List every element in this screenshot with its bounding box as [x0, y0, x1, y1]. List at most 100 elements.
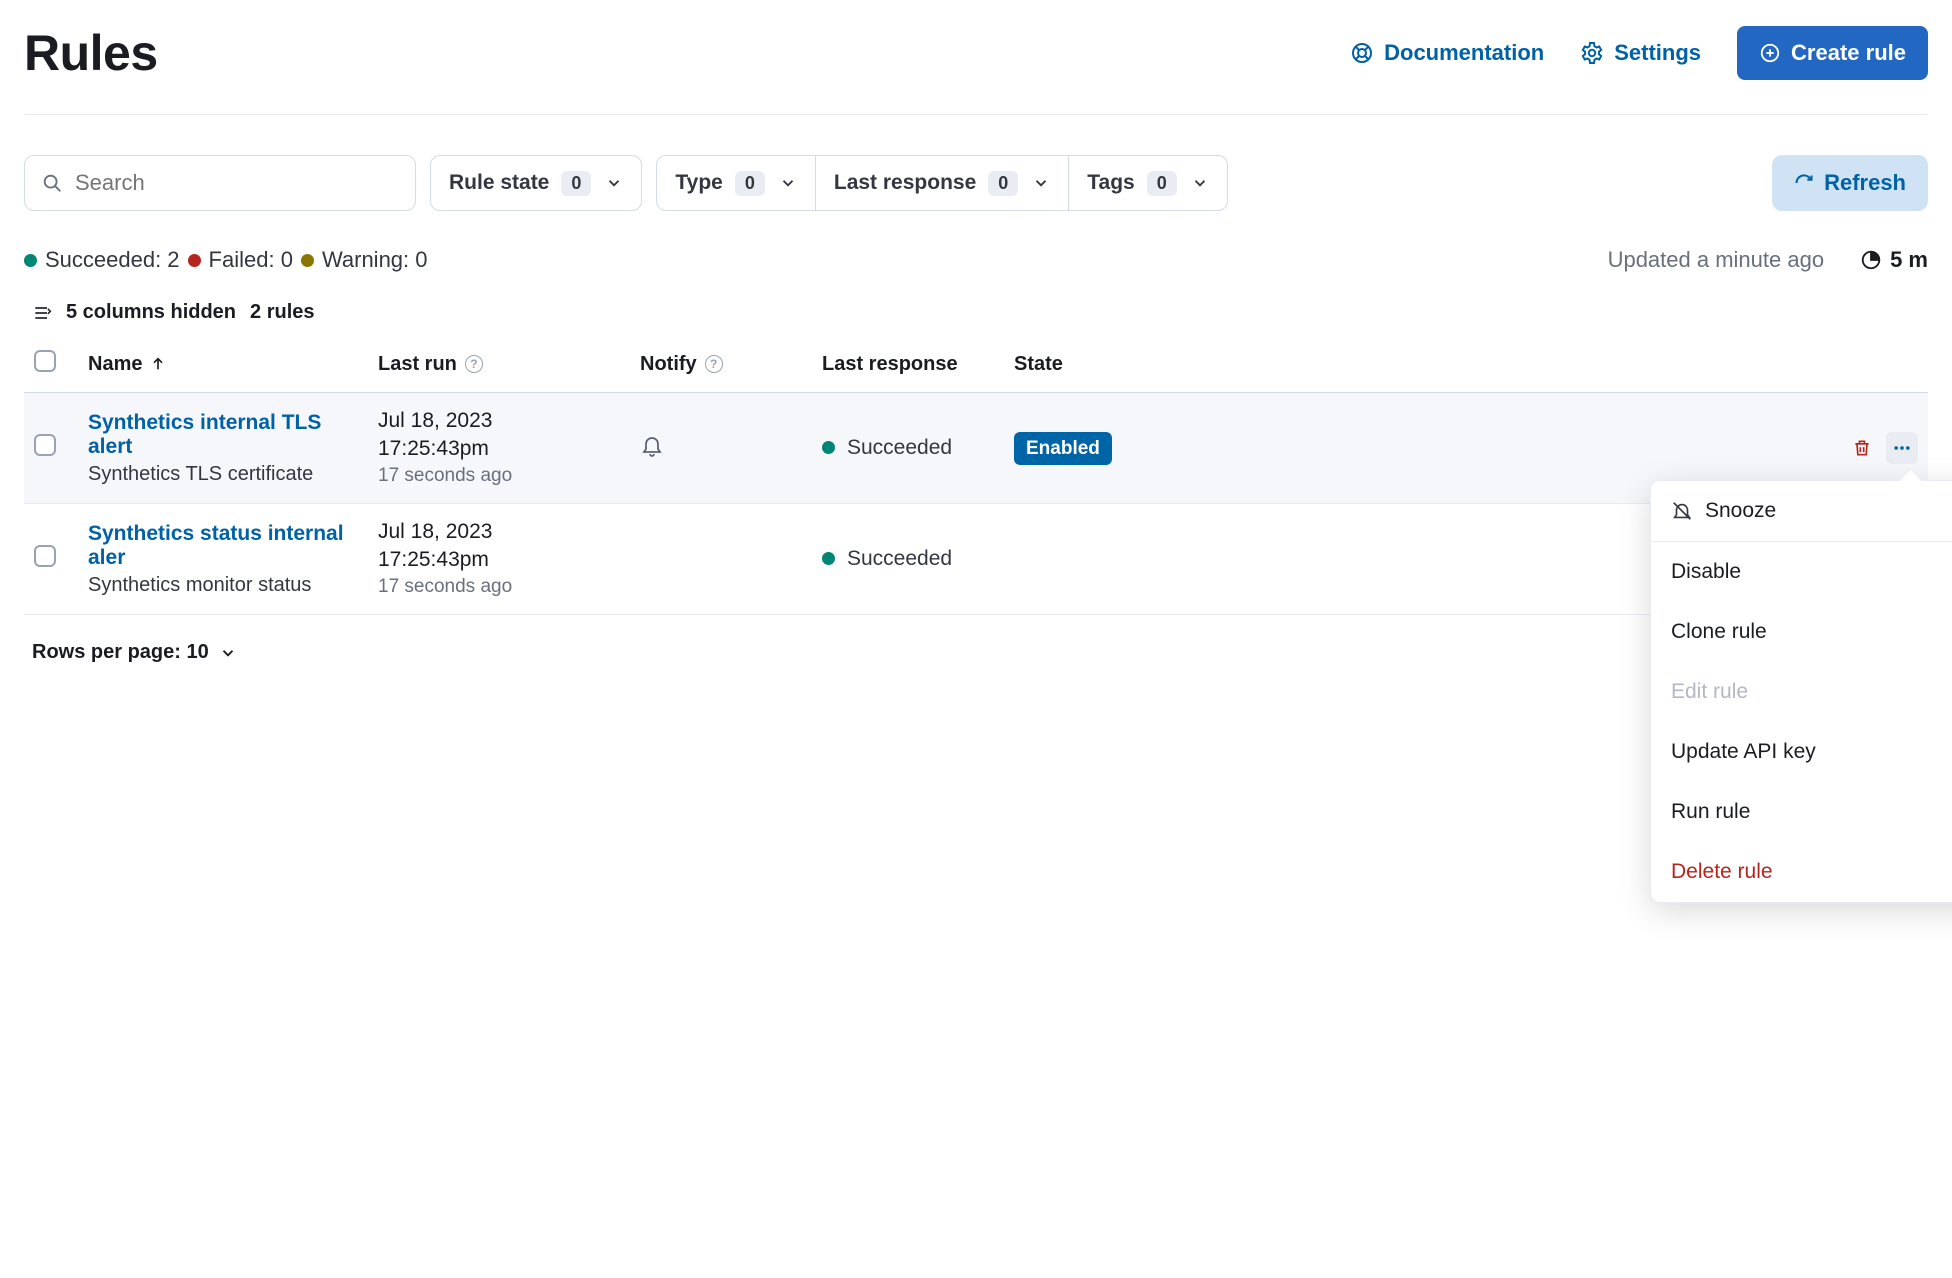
updated-label: Updated a minute ago	[1608, 247, 1825, 273]
sort-asc-icon	[150, 356, 166, 372]
settings-label: Settings	[1614, 40, 1701, 66]
chevron-down-icon	[1032, 174, 1050, 192]
page-title: Rules	[24, 24, 158, 82]
status-dot-failed-icon	[188, 254, 201, 267]
filter-type-count: 0	[735, 171, 765, 196]
refresh-button[interactable]: Refresh	[1772, 155, 1928, 211]
rule-subtitle: Synthetics TLS certificate	[88, 463, 358, 486]
filter-tags-count: 0	[1147, 171, 1177, 196]
bell-off-icon	[1671, 500, 1693, 522]
column-name-label: Name	[88, 353, 142, 376]
filter-tags[interactable]: Tags 0	[1068, 155, 1227, 211]
table-meta: 5 columns hidden 2 rules	[24, 301, 1928, 324]
column-state-header[interactable]: State	[1014, 353, 1063, 375]
rule-name-link[interactable]: Synthetics status internal aler	[88, 522, 358, 570]
state-badge: Enabled	[1014, 432, 1112, 465]
chevron-down-icon	[1191, 174, 1209, 192]
last-response: Succeeded	[822, 436, 952, 460]
response-text: Succeeded	[847, 547, 952, 571]
documentation-label: Documentation	[1384, 40, 1544, 66]
rules-table: Name Last run ? Notify ? Last response S…	[24, 336, 1928, 615]
filter-last-response-count: 0	[988, 171, 1018, 196]
column-last-run-label: Last run	[378, 353, 457, 376]
column-last-response-header[interactable]: Last response	[822, 353, 958, 375]
filter-rule-state-count: 0	[561, 171, 591, 196]
menu-edit-label: Edit rule	[1671, 680, 1748, 704]
info-icon: ?	[465, 355, 483, 373]
status-row: Succeeded: 2 Failed: 0 Warning: 0 Update…	[24, 247, 1928, 273]
documentation-link[interactable]: Documentation	[1350, 40, 1544, 66]
menu-update-api-key[interactable]: Update API key	[1651, 722, 1952, 782]
status-right: Updated a minute ago 5 m	[1608, 247, 1928, 273]
status-warning: Warning: 0	[322, 247, 428, 273]
page-header: Rules Documentation Settings	[24, 24, 1928, 115]
clock-icon	[1860, 249, 1882, 271]
status-dot-warning-icon	[301, 254, 314, 267]
run-time: 17:25:43pm	[378, 437, 620, 461]
refresh-label: Refresh	[1824, 170, 1906, 196]
lifebuoy-icon	[1350, 41, 1374, 65]
table-row[interactable]: Synthetics internal TLS alert Synthetics …	[24, 393, 1928, 504]
menu-run-rule-label: Run rule	[1671, 800, 1750, 824]
chevron-down-icon	[219, 644, 237, 662]
run-time: 17:25:43pm	[378, 548, 620, 572]
rule-name-link[interactable]: Synthetics internal TLS alert	[88, 411, 358, 459]
more-actions-button[interactable]	[1886, 432, 1918, 464]
delete-row-button[interactable]	[1846, 432, 1878, 464]
columns-hidden[interactable]: 5 columns hidden	[66, 301, 236, 324]
bell-icon[interactable]	[640, 433, 664, 457]
filter-type-label: Type	[675, 171, 722, 195]
columns-icon[interactable]	[32, 303, 52, 323]
run-ago: 17 seconds ago	[378, 576, 620, 598]
create-rule-label: Create rule	[1791, 40, 1906, 66]
filter-type[interactable]: Type 0	[656, 155, 815, 211]
menu-delete-rule[interactable]: Delete rule	[1651, 842, 1952, 902]
menu-snooze-label: Snooze	[1705, 499, 1776, 523]
select-all-checkbox[interactable]	[34, 350, 56, 372]
plus-circle-icon	[1759, 42, 1781, 64]
column-name-header[interactable]: Name	[88, 353, 166, 376]
response-text: Succeeded	[847, 436, 952, 460]
filter-tags-label: Tags	[1087, 171, 1134, 195]
refresh-icon	[1794, 173, 1814, 193]
table-row[interactable]: Synthetics status internal alerSynthetic…	[24, 504, 1928, 615]
menu-disable-label: Disable	[1671, 560, 1741, 584]
menu-delete-rule-label: Delete rule	[1671, 860, 1773, 884]
chevron-down-icon	[779, 174, 797, 192]
search-input[interactable]	[73, 169, 399, 197]
menu-clone[interactable]: Clone rule	[1651, 602, 1952, 662]
menu-snooze[interactable]: Snooze	[1651, 481, 1952, 541]
column-notify-label: Notify	[640, 353, 697, 376]
menu-run-rule[interactable]: Run rule	[1651, 782, 1952, 842]
column-notify-header[interactable]: Notify ?	[640, 353, 723, 376]
info-icon: ?	[705, 355, 723, 373]
search-icon	[41, 172, 63, 194]
interval-label: 5 m	[1890, 247, 1928, 273]
status-dot-icon	[822, 441, 835, 454]
last-response: Succeeded	[822, 547, 952, 571]
rows-per-page[interactable]: Rows per page: 10	[24, 641, 237, 664]
row-actions-popover: Snooze Disable Clone rule Edit rule Upda…	[1650, 480, 1952, 903]
create-rule-button[interactable]: Create rule	[1737, 26, 1928, 80]
run-ago: 17 seconds ago	[378, 465, 620, 487]
interval-selector[interactable]: 5 m	[1860, 247, 1928, 273]
chevron-down-icon	[605, 174, 623, 192]
filter-rule-state[interactable]: Rule state 0	[430, 155, 642, 211]
search-box[interactable]	[24, 155, 416, 211]
settings-link[interactable]: Settings	[1580, 40, 1701, 66]
rules-count: 2 rules	[250, 301, 314, 324]
rows-per-page-label: Rows per page: 10	[32, 641, 209, 664]
status-dot-succeeded-icon	[24, 254, 37, 267]
filter-rule-state-label: Rule state	[449, 171, 549, 195]
row-checkbox[interactable]	[34, 434, 56, 456]
column-last-run-header[interactable]: Last run ?	[378, 353, 483, 376]
header-actions: Documentation Settings Create rule	[1350, 26, 1928, 80]
filter-group: Type 0 Last response 0 Tags 0	[656, 155, 1227, 211]
menu-disable[interactable]: Disable	[1651, 542, 1952, 602]
row-actions	[1798, 432, 1918, 464]
row-checkbox[interactable]	[34, 545, 56, 567]
status-dot-icon	[822, 552, 835, 565]
menu-clone-label: Clone rule	[1671, 620, 1767, 644]
filter-last-response-label: Last response	[834, 171, 976, 195]
filter-last-response[interactable]: Last response 0	[815, 155, 1069, 211]
